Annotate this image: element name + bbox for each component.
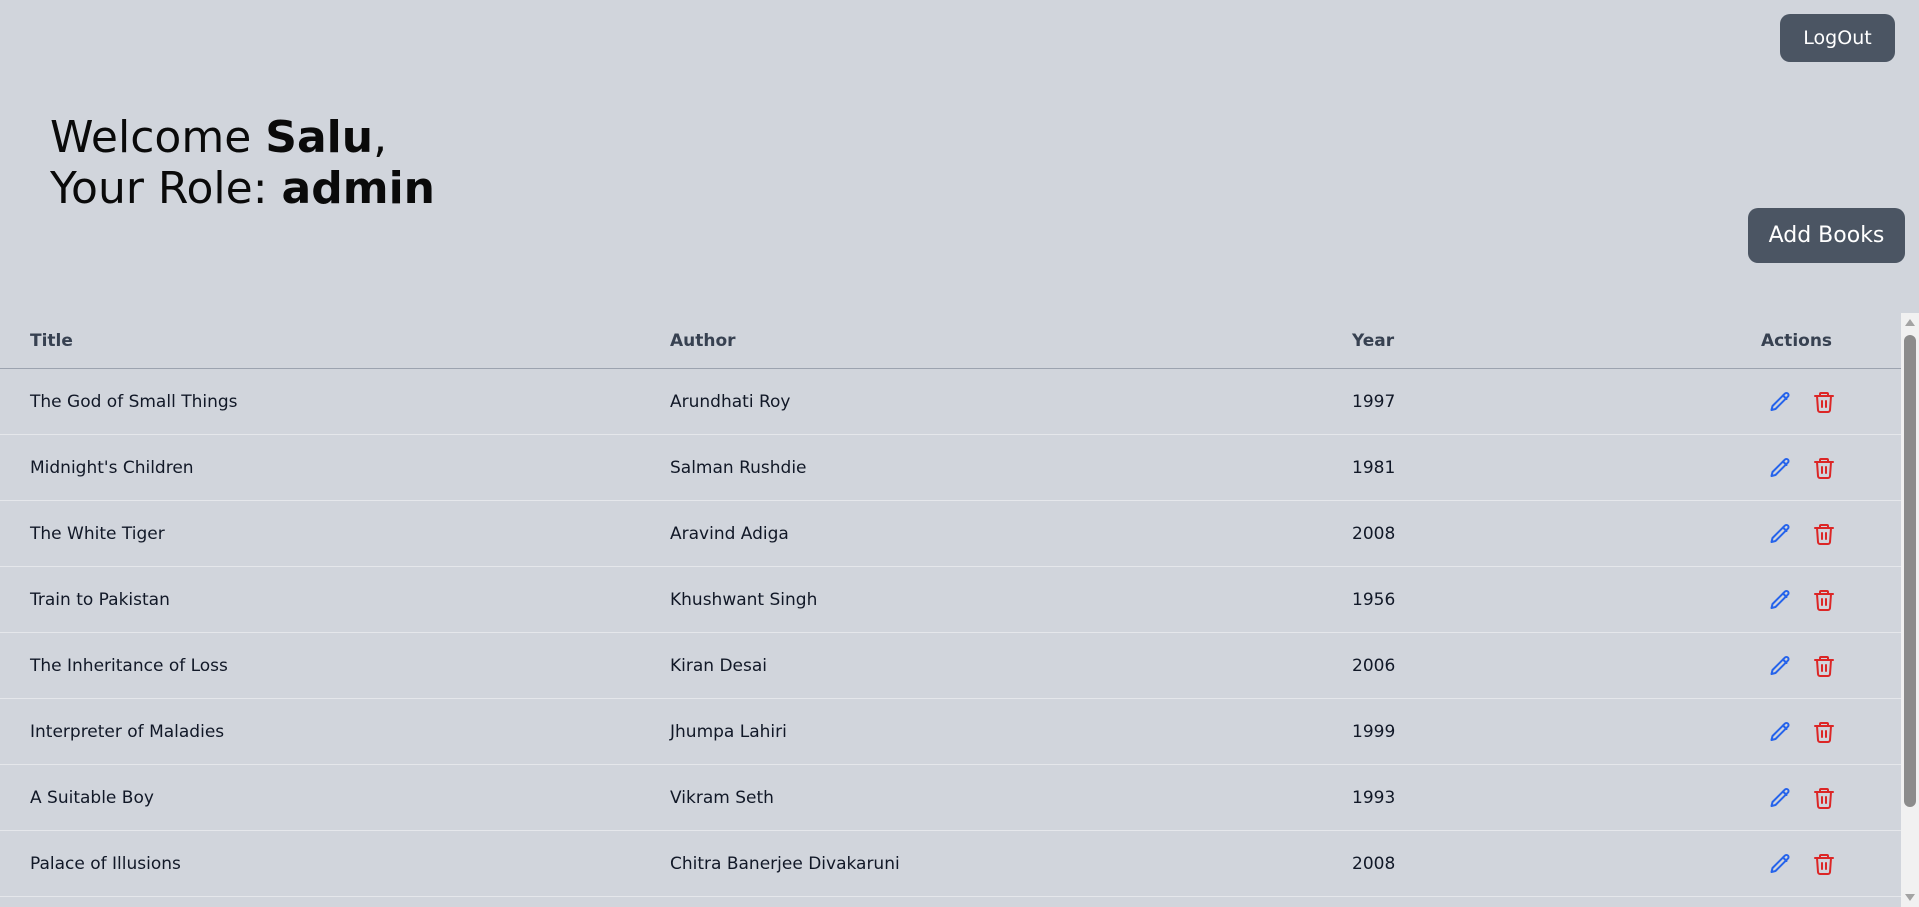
cell-author: Kiran Desai bbox=[670, 632, 1352, 699]
role-prefix: Your Role: bbox=[50, 163, 282, 214]
cell-year: 1993 bbox=[1352, 764, 1692, 831]
column-header-author: Author bbox=[670, 313, 1352, 369]
pencil-icon[interactable] bbox=[1767, 785, 1793, 811]
cell-year: 2006 bbox=[1352, 632, 1692, 699]
column-header-actions: Actions bbox=[1692, 313, 1901, 369]
table-row: The Inheritance of Loss Kiran Desai 2006 bbox=[0, 632, 1901, 699]
table-body: The God of Small Things Arundhati Roy 1997… bbox=[0, 368, 1901, 897]
logout-button[interactable]: LogOut bbox=[1780, 14, 1895, 62]
role-line: Your Role: admin bbox=[50, 163, 435, 214]
role-value: admin bbox=[281, 163, 435, 214]
table-row: Train to Pakistan Khushwant Singh 1956 bbox=[0, 566, 1901, 633]
add-books-button[interactable]: Add Books bbox=[1748, 208, 1905, 263]
cell-title: Interpreter of Maladies bbox=[0, 698, 670, 765]
cell-author: Jhumpa Lahiri bbox=[670, 698, 1352, 765]
pencil-icon[interactable] bbox=[1767, 587, 1793, 613]
cell-year: 1997 bbox=[1352, 368, 1692, 435]
cell-actions bbox=[1692, 368, 1901, 435]
cell-actions bbox=[1692, 698, 1901, 765]
header-row: Title Author Year Actions bbox=[0, 313, 1901, 369]
row-actions bbox=[1692, 719, 1901, 745]
row-actions bbox=[1692, 785, 1901, 811]
row-actions bbox=[1692, 851, 1901, 877]
row-actions bbox=[1692, 653, 1901, 679]
cell-title: Midnight's Children bbox=[0, 434, 670, 501]
row-actions bbox=[1692, 389, 1901, 415]
cell-title: Train to Pakistan bbox=[0, 566, 670, 633]
welcome-username: Salu bbox=[265, 112, 374, 163]
cell-author: Vikram Seth bbox=[670, 764, 1352, 831]
cell-author: Salman Rushdie bbox=[670, 434, 1352, 501]
table-row: Palace of Illusions Chitra Banerjee Divak… bbox=[0, 830, 1901, 897]
trash-icon[interactable] bbox=[1811, 719, 1837, 745]
welcome-comma: , bbox=[373, 112, 388, 163]
cell-actions bbox=[1692, 830, 1901, 897]
pencil-icon[interactable] bbox=[1767, 389, 1793, 415]
cell-year: 1956 bbox=[1352, 566, 1692, 633]
trash-icon[interactable] bbox=[1811, 455, 1837, 481]
table-row: Interpreter of Maladies Jhumpa Lahiri 1999 bbox=[0, 698, 1901, 765]
trash-icon[interactable] bbox=[1811, 785, 1837, 811]
books-table-container: Title Author Year Actions The God of Sma… bbox=[0, 313, 1901, 907]
column-header-year: Year bbox=[1352, 313, 1692, 369]
cell-title: The God of Small Things bbox=[0, 368, 670, 435]
cell-year: 2008 bbox=[1352, 830, 1692, 897]
cell-actions bbox=[1692, 566, 1901, 633]
cell-actions bbox=[1692, 434, 1901, 501]
cell-title: The White Tiger bbox=[0, 500, 670, 567]
row-actions bbox=[1692, 521, 1901, 547]
cell-title: The Inheritance of Loss bbox=[0, 632, 670, 699]
cell-title: A Suitable Boy bbox=[0, 764, 670, 831]
table-scrollbar[interactable] bbox=[1901, 313, 1919, 907]
trash-icon[interactable] bbox=[1811, 851, 1837, 877]
scroll-thumb[interactable] bbox=[1904, 335, 1916, 807]
cell-actions bbox=[1692, 632, 1901, 699]
scroll-down-arrow-icon[interactable] bbox=[1905, 894, 1915, 901]
pencil-icon[interactable] bbox=[1767, 521, 1793, 547]
welcome-greeting: Welcome bbox=[50, 112, 266, 163]
welcome-line: Welcome Salu, bbox=[50, 112, 435, 163]
cell-author: Chitra Banerjee Divakaruni bbox=[670, 830, 1352, 897]
trash-icon[interactable] bbox=[1811, 653, 1837, 679]
scroll-up-arrow-icon[interactable] bbox=[1905, 319, 1915, 326]
table-row: The White Tiger Aravind Adiga 2008 bbox=[0, 500, 1901, 567]
cell-author: Aravind Adiga bbox=[670, 500, 1352, 567]
cell-title: Palace of Illusions bbox=[0, 830, 670, 897]
cell-year: 2008 bbox=[1352, 500, 1692, 567]
page: LogOut Welcome Salu, Your Role: admin Ad… bbox=[0, 0, 1919, 907]
table-row: A Suitable Boy Vikram Seth 1993 bbox=[0, 764, 1901, 831]
welcome-message: Welcome Salu, Your Role: admin bbox=[50, 112, 435, 214]
table-row: Midnight's Children Salman Rushdie 1981 bbox=[0, 434, 1901, 501]
cell-author: Arundhati Roy bbox=[670, 368, 1352, 435]
trash-icon[interactable] bbox=[1811, 521, 1837, 547]
cell-author: Khushwant Singh bbox=[670, 566, 1352, 633]
pencil-icon[interactable] bbox=[1767, 719, 1793, 745]
cell-actions bbox=[1692, 500, 1901, 567]
pencil-icon[interactable] bbox=[1767, 653, 1793, 679]
row-actions bbox=[1692, 455, 1901, 481]
cell-actions bbox=[1692, 764, 1901, 831]
column-header-title: Title bbox=[0, 313, 670, 369]
table-row: The God of Small Things Arundhati Roy 1997 bbox=[0, 368, 1901, 435]
books-table: Title Author Year Actions The God of Sma… bbox=[0, 313, 1901, 897]
pencil-icon[interactable] bbox=[1767, 455, 1793, 481]
trash-icon[interactable] bbox=[1811, 587, 1837, 613]
table-header: Title Author Year Actions bbox=[0, 313, 1901, 369]
row-actions bbox=[1692, 587, 1901, 613]
pencil-icon[interactable] bbox=[1767, 851, 1793, 877]
cell-year: 1999 bbox=[1352, 698, 1692, 765]
trash-icon[interactable] bbox=[1811, 389, 1837, 415]
cell-year: 1981 bbox=[1352, 434, 1692, 501]
